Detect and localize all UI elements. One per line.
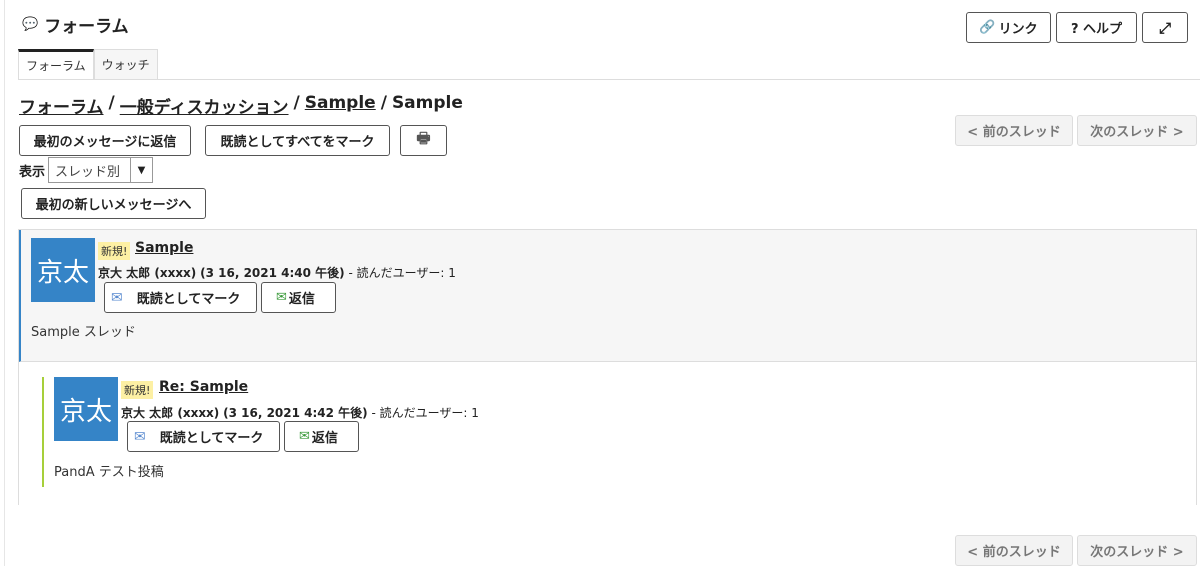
chat-bubbles-icon: 💬 [22, 17, 39, 32]
chevron-down-icon: ▼ [130, 158, 152, 182]
reply-first-message-button[interactable]: 最初のメッセージに返信 [19, 125, 191, 156]
envelope-icon: ✉ [111, 289, 123, 306]
envelope-icon: ✉ [134, 428, 146, 445]
top-toolbar: 🔗 リンク ? ヘルプ ⤢ [966, 12, 1188, 43]
tool-title-text: フォーラム [44, 17, 129, 37]
prev-thread-button-bottom[interactable]: < 前のスレッド [955, 535, 1073, 566]
next-thread-button-top[interactable]: 次のスレッド > [1077, 115, 1197, 146]
tool-title: 💬 フォーラム [22, 12, 129, 37]
breadcrumb-topic[interactable]: Sample [305, 93, 376, 118]
breadcrumb-category[interactable]: 一般ディスカッション [120, 93, 289, 118]
display-mode-select[interactable]: スレッド別 ▼ [48, 157, 153, 183]
display-mode-value: スレッド別 [55, 164, 121, 180]
reply-button[interactable]: ✉ 返信 [261, 282, 336, 313]
breadcrumb-sep: / [108, 93, 115, 113]
message-title[interactable]: Re: Sample [159, 379, 248, 395]
link-icon: 🔗 [979, 20, 996, 35]
message-body: PandA テスト投稿 [54, 465, 164, 480]
avatar: 京太 [54, 377, 118, 441]
tab-bar: フォーラム ウォッチ [18, 49, 158, 79]
link-button[interactable]: 🔗 リンク [966, 12, 1051, 43]
next-thread-button-bottom[interactable]: 次のスレッド > [1077, 535, 1197, 566]
mark-read-button[interactable]: ✉ 既読としてマーク [127, 421, 280, 452]
reply-indent-bar [42, 377, 44, 487]
breadcrumb-sep: / [380, 93, 387, 113]
tab-divider [18, 79, 1200, 80]
message-meta: 京大 太郎 (xxxx) (3 16, 2021 4:40 午後) - 読んだユ… [98, 266, 456, 280]
print-button[interactable]: 🖶 [400, 125, 447, 156]
breadcrumb-current: Sample [391, 93, 463, 113]
printer-icon: 🖶 [416, 129, 431, 147]
message-body: Sample スレッド [31, 325, 136, 340]
avatar: 京太 [31, 238, 95, 302]
display-label: 表示 [19, 165, 46, 180]
new-badge: 新規! [121, 381, 154, 399]
breadcrumb: フォーラム / 一般ディスカッション / Sample / Sample [19, 93, 463, 118]
tab-watch[interactable]: ウォッチ [93, 49, 158, 79]
fullscreen-button[interactable]: ⤢ [1142, 12, 1188, 43]
mark-read-button[interactable]: ✉ 既読としてマーク [104, 282, 257, 313]
breadcrumb-forum[interactable]: フォーラム [19, 93, 104, 118]
left-divider [4, 0, 5, 566]
message-item: 京太 新規! Re: Sample 京大 太郎 (xxxx) (3 16, 20… [19, 362, 1196, 505]
mark-all-read-button[interactable]: 既読としてすべてをマーク [205, 125, 390, 156]
message-item: 京太 新規! Sample 京大 太郎 (xxxx) (3 16, 2021 4… [19, 230, 1196, 362]
reply-envelope-icon: ✉ [276, 290, 287, 305]
reply-button[interactable]: ✉ 返信 [284, 421, 359, 452]
expand-icon: ⤢ [1158, 18, 1171, 37]
tab-forum[interactable]: フォーラム [18, 49, 94, 79]
message-list: 京太 新規! Sample 京大 太郎 (xxxx) (3 16, 2021 4… [18, 229, 1197, 505]
help-button[interactable]: ? ヘルプ [1056, 12, 1137, 43]
first-new-message-button[interactable]: 最初の新しいメッセージへ [21, 188, 206, 219]
reply-envelope-icon: ✉ [299, 429, 310, 444]
message-meta: 京大 太郎 (xxxx) (3 16, 2021 4:42 午後) - 読んだユ… [121, 406, 479, 420]
breadcrumb-sep: / [293, 93, 300, 113]
prev-thread-button-top[interactable]: < 前のスレッド [955, 115, 1073, 146]
new-badge: 新規! [98, 242, 131, 260]
message-title[interactable]: Sample [135, 240, 193, 256]
